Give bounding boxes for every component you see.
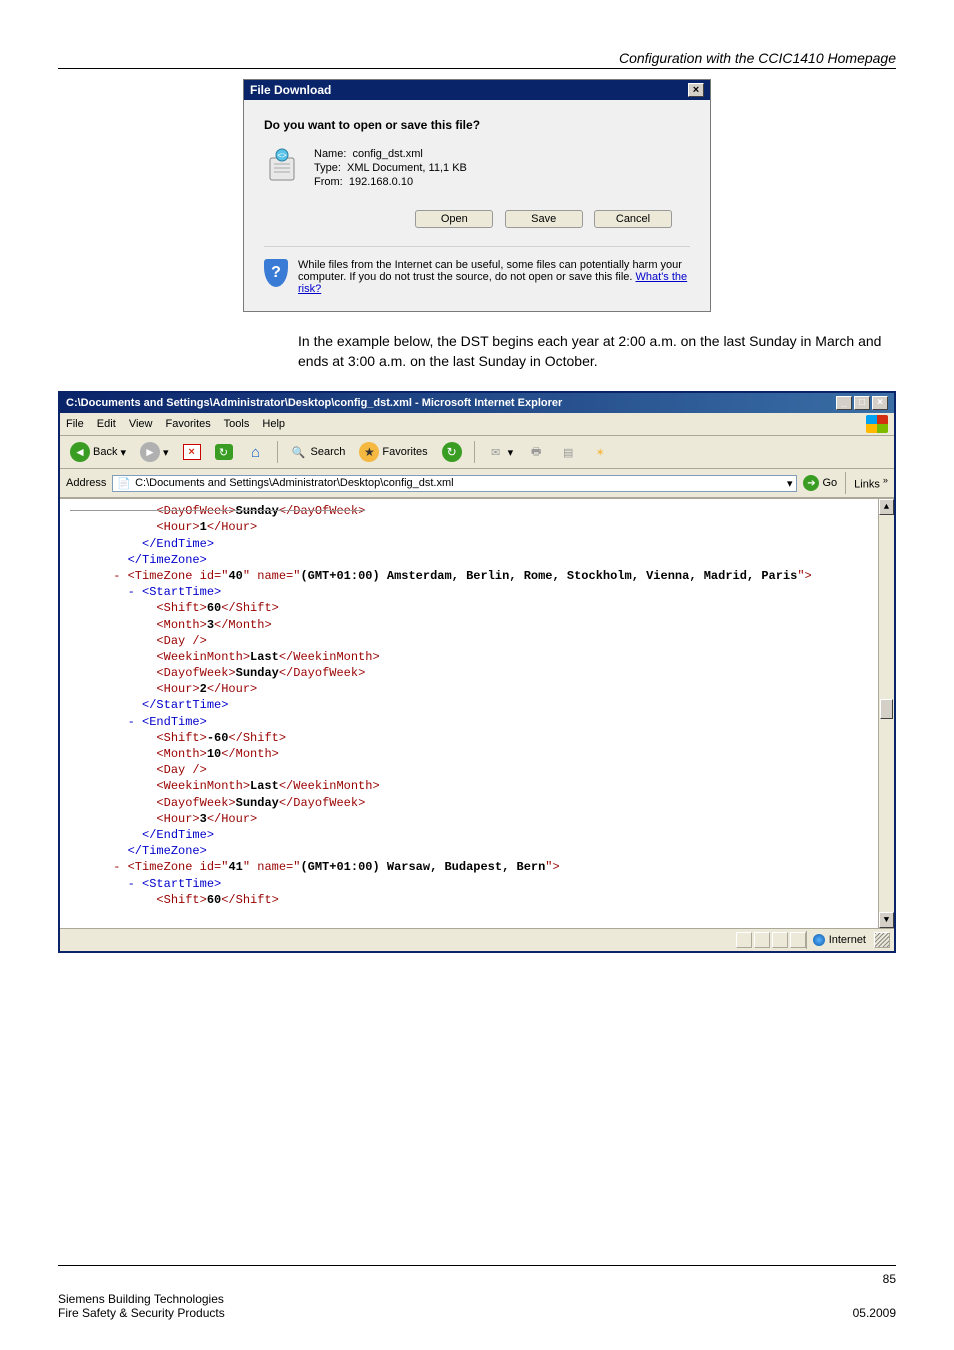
- windows-flag-icon: [866, 415, 888, 433]
- search-button[interactable]: 🔍Search: [286, 442, 350, 462]
- favorites-button[interactable]: ★Favorites: [355, 440, 431, 464]
- cancel-button[interactable]: Cancel: [594, 210, 672, 228]
- scroll-down-icon[interactable]: ▼: [879, 912, 894, 928]
- page-number: 85: [58, 1272, 896, 1286]
- status-cell: [754, 932, 770, 948]
- xml-doc-icon: 📄: [117, 477, 131, 490]
- edit-button[interactable]: ▤: [555, 442, 581, 462]
- messenger-button[interactable]: ✶: [587, 442, 613, 462]
- address-value: C:\Documents and Settings\Administrator\…: [135, 477, 454, 489]
- status-cell: [790, 932, 806, 948]
- globe-icon: [813, 934, 825, 946]
- home-button[interactable]: ⌂: [243, 442, 269, 462]
- scroll-thumb[interactable]: [880, 699, 893, 719]
- type-label: Type:: [314, 162, 341, 174]
- menu-file[interactable]: File: [66, 418, 84, 430]
- warning-icon: ?: [264, 259, 288, 295]
- chevron-down-icon[interactable]: ▾: [787, 477, 793, 490]
- footer-division: Fire Safety & Security Products: [58, 1306, 225, 1320]
- history-button[interactable]: ↻: [438, 440, 466, 464]
- resize-grip-icon[interactable]: [874, 932, 890, 948]
- svg-text:<>: <>: [277, 151, 287, 160]
- ie-toolbar: ◄ Back ▾ ► ▾ × ↻ ⌂ 🔍Search ★Favorites ↻ …: [60, 436, 894, 469]
- file-type: XML Document, 11,1 KB: [347, 162, 467, 174]
- menu-favorites[interactable]: Favorites: [166, 418, 211, 430]
- xml-viewer: <DayOfWeek>Sunday</DayOfWeek> <Hour>1</H…: [60, 498, 894, 928]
- messenger-icon: ✶: [591, 444, 609, 460]
- address-label: Address: [66, 477, 106, 489]
- ie-titlebar: C:\Documents and Settings\Administrator\…: [60, 393, 894, 413]
- menu-help[interactable]: Help: [262, 418, 285, 430]
- mail-icon: ✉: [487, 444, 505, 460]
- file-from: 192.168.0.10: [349, 176, 413, 188]
- dialog-question: Do you want to open or save this file?: [264, 118, 690, 132]
- ie-title-text: C:\Documents and Settings\Administrator\…: [66, 397, 562, 409]
- file-download-dialog: File Download × Do you want to open or s…: [243, 79, 711, 312]
- refresh-button[interactable]: ↻: [211, 442, 237, 462]
- warning-text: While files from the Internet can be use…: [298, 259, 690, 295]
- ie-statusbar: Internet: [60, 928, 894, 951]
- dialog-titlebar: File Download ×: [244, 80, 710, 100]
- dialog-title-text: File Download: [250, 83, 331, 97]
- save-button[interactable]: Save: [505, 210, 583, 228]
- links-button[interactable]: Links »: [854, 475, 888, 491]
- refresh-icon: ↻: [215, 444, 233, 460]
- go-icon: ➔: [803, 475, 819, 491]
- print-icon: 🖶: [527, 444, 545, 460]
- print-button[interactable]: 🖶: [523, 442, 549, 462]
- edit-icon: ▤: [559, 444, 577, 460]
- search-icon: 🔍: [290, 444, 308, 460]
- ie-window: C:\Documents and Settings\Administrator\…: [58, 391, 896, 953]
- close-icon[interactable]: ×: [688, 83, 704, 97]
- footer-date: 05.2009: [853, 1306, 896, 1320]
- footer-company: Siemens Building Technologies: [58, 1292, 225, 1306]
- mail-button[interactable]: ✉▾: [483, 442, 518, 462]
- ie-menubar: File Edit View Favorites Tools Help: [66, 418, 295, 430]
- name-label: Name:: [314, 148, 346, 160]
- forward-icon: ►: [140, 442, 160, 462]
- forward-button[interactable]: ► ▾: [136, 440, 173, 464]
- back-icon: ◄: [70, 442, 90, 462]
- xml-file-icon: <>: [264, 148, 304, 188]
- go-button[interactable]: ➔ Go: [803, 475, 837, 491]
- status-zone: Internet: [806, 931, 872, 949]
- menu-edit[interactable]: Edit: [97, 418, 116, 430]
- open-button[interactable]: Open: [415, 210, 493, 228]
- vertical-scrollbar[interactable]: ▲ ▼: [878, 499, 894, 928]
- example-paragraph: In the example below, the DST begins eac…: [298, 332, 896, 371]
- home-icon: ⌂: [247, 444, 265, 460]
- maximize-icon[interactable]: □: [854, 396, 870, 410]
- stop-button[interactable]: ×: [179, 442, 205, 462]
- from-label: From:: [314, 176, 343, 188]
- file-meta: Name: config_dst.xml Type: XML Document,…: [314, 148, 467, 190]
- status-cell: [772, 932, 788, 948]
- file-name: config_dst.xml: [353, 148, 423, 160]
- minimize-icon[interactable]: _: [836, 396, 852, 410]
- address-input[interactable]: 📄 C:\Documents and Settings\Administrato…: [112, 475, 797, 492]
- chevron-down-icon: ▾: [163, 446, 169, 459]
- chevron-down-icon: ▾: [120, 446, 126, 459]
- status-cell: [736, 932, 752, 948]
- scroll-up-icon[interactable]: ▲: [879, 499, 894, 515]
- menu-view[interactable]: View: [129, 418, 153, 430]
- stop-icon: ×: [183, 444, 201, 460]
- page-header: Configuration with the CCIC1410 Homepage: [58, 50, 896, 69]
- status-left-icon: [64, 934, 67, 946]
- back-button[interactable]: ◄ Back ▾: [66, 440, 130, 464]
- close-icon[interactable]: ×: [872, 396, 888, 410]
- ie-addressbar: Address 📄 C:\Documents and Settings\Admi…: [60, 469, 894, 498]
- history-icon: ↻: [442, 442, 462, 462]
- star-icon: ★: [359, 442, 379, 462]
- menu-tools[interactable]: Tools: [224, 418, 250, 430]
